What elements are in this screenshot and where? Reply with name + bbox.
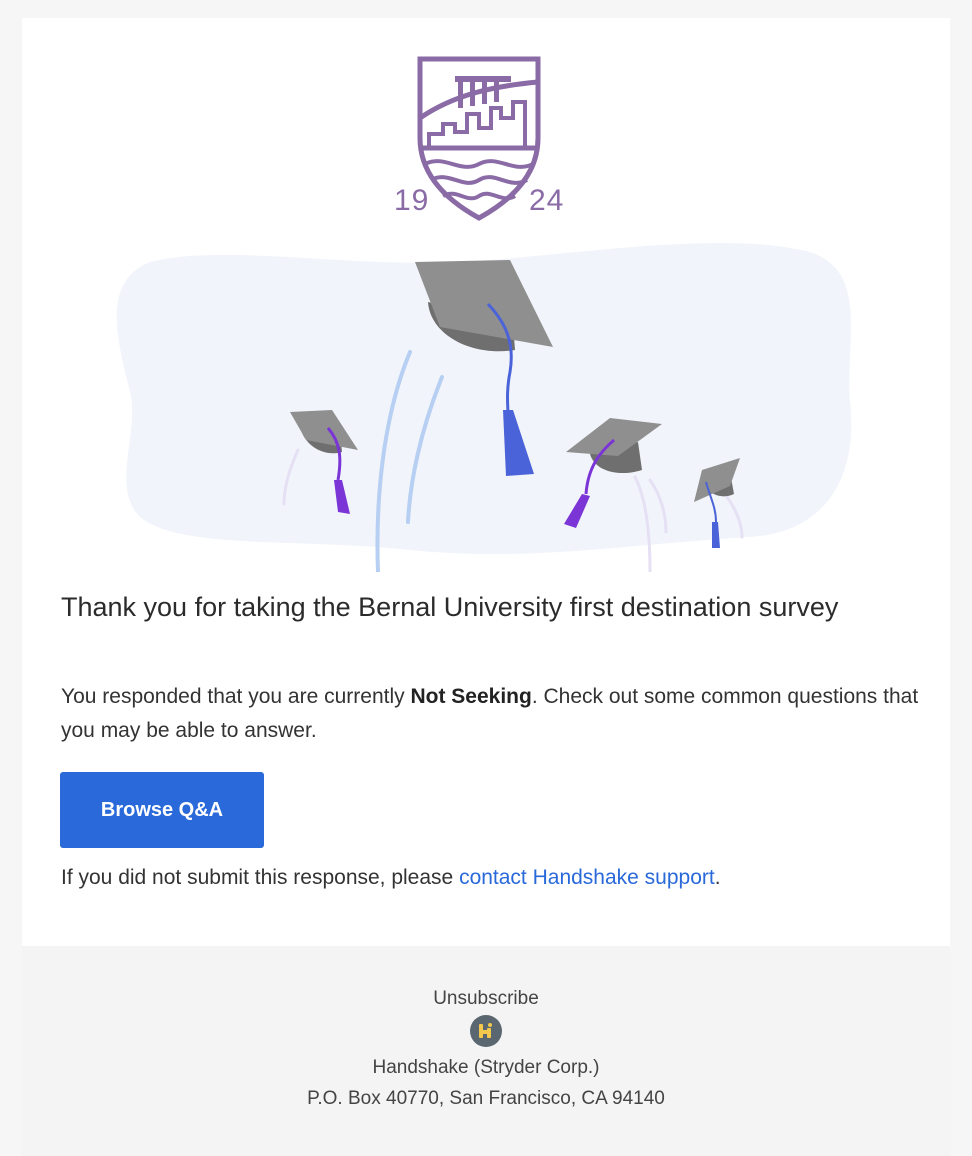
company-address: P.O. Box 40770, San Francisco, CA 94140 (307, 1088, 665, 1109)
browse-qa-button[interactable]: Browse Q&A (60, 772, 264, 848)
email-card: 19 24 Thank you for taking the Bernal Un… (22, 18, 950, 946)
crest-year-left: 19 (394, 184, 430, 217)
email-footer: Unsubscribe Handshake (Stryder Corp.) P.… (22, 946, 950, 1156)
support-note-suffix: . (714, 866, 721, 889)
status-message: You responded that you are currently Not… (61, 680, 921, 748)
contact-support-link[interactable]: contact Handshake support (459, 866, 715, 889)
status-message-prefix: You responded that you are currently (61, 685, 411, 708)
crest-year-right: 24 (529, 184, 565, 217)
support-note: If you did not submit this response, ple… (61, 863, 921, 893)
graduation-caps-illustration (116, 242, 852, 572)
university-crest-logo (417, 56, 541, 221)
status-value: Not Seeking (410, 685, 532, 708)
unsubscribe-link[interactable]: Unsubscribe (22, 986, 950, 1012)
handshake-logo-icon (470, 1015, 502, 1047)
support-note-prefix: If you did not submit this response, ple… (61, 866, 460, 889)
company-name: Handshake (Stryder Corp.) (372, 1057, 600, 1078)
page-title: Thank you for taking the Bernal Universi… (61, 592, 839, 622)
